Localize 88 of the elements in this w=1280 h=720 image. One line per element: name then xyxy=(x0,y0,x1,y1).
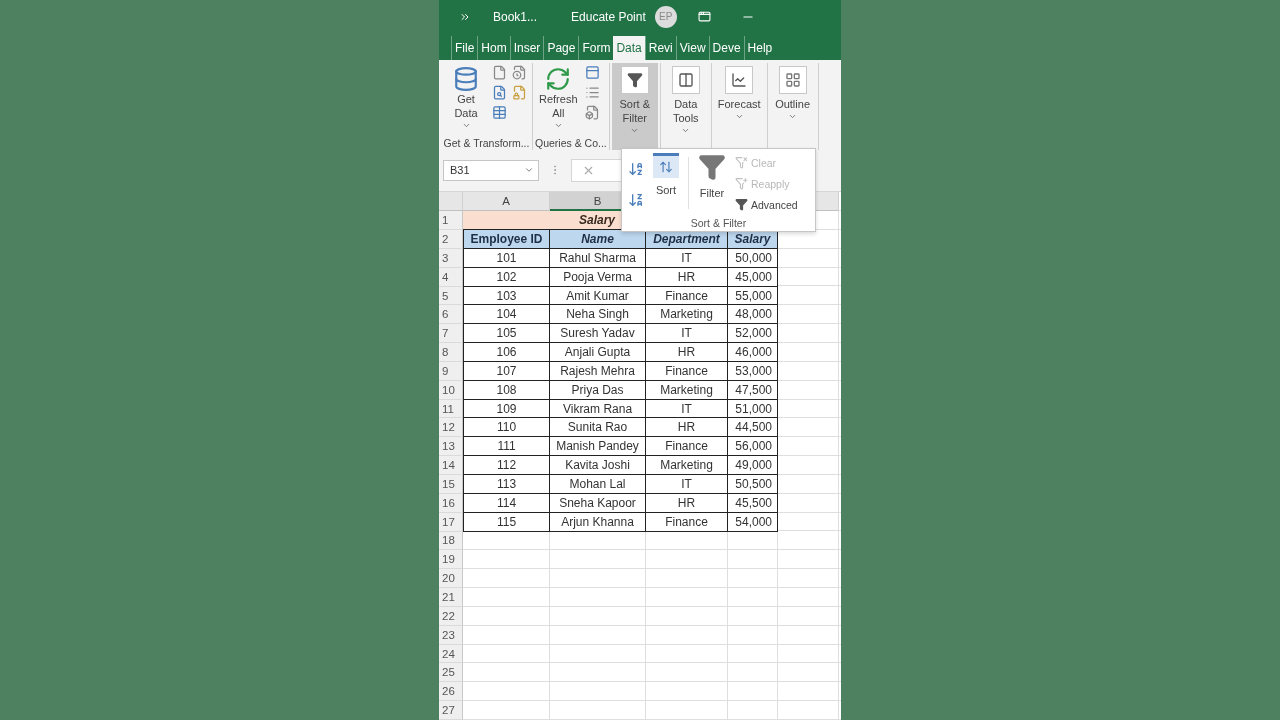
ribbon-button[interactable]: Refresh All xyxy=(535,62,582,136)
row-number[interactable]: 15 xyxy=(439,475,463,494)
table-cell: 105 xyxy=(463,324,550,344)
row-number[interactable]: 27 xyxy=(439,701,463,720)
row-number[interactable]: 20 xyxy=(439,569,463,589)
row-number[interactable]: 13 xyxy=(439,437,463,457)
ribbon-button[interactable]: Data Tools xyxy=(662,62,709,150)
funnel-plus-icon xyxy=(735,177,748,190)
row-number[interactable]: 19 xyxy=(439,550,463,570)
table-cell: IT xyxy=(646,324,728,344)
table-cell: 49,000 xyxy=(728,456,778,475)
funnel-icon xyxy=(698,153,726,181)
row-number[interactable]: 7 xyxy=(439,324,463,344)
group-label: Queries & Co... xyxy=(535,135,607,150)
file-name: Book1... xyxy=(493,9,538,24)
table-cell: HR xyxy=(646,343,728,362)
ribbon-tab[interactable]: Help xyxy=(743,35,776,60)
ribbon-tab[interactable]: Inser xyxy=(509,35,544,60)
table-cell: Finance xyxy=(646,437,728,457)
ribbon-tab[interactable]: Data xyxy=(613,35,645,60)
grid-icon xyxy=(778,65,807,94)
document-search-icon[interactable] xyxy=(492,84,507,100)
ribbon-tab[interactable]: View xyxy=(675,35,709,60)
row-number[interactable]: 25 xyxy=(439,663,463,683)
ribbon-button[interactable]: Get Data xyxy=(443,62,489,136)
table-cell: Kavita Joshi xyxy=(550,456,646,475)
ribbon-tab[interactable]: Hom xyxy=(477,35,510,60)
document-clock-icon[interactable] xyxy=(512,64,527,80)
ribbon-button[interactable]: Forecast xyxy=(713,62,765,150)
columns-icon xyxy=(671,65,700,94)
document-icon[interactable] xyxy=(492,64,507,80)
column-header[interactable]: A xyxy=(463,192,550,212)
table-cell: IT xyxy=(646,475,728,494)
table-cell: 50,500 xyxy=(728,475,778,494)
list-icon[interactable] xyxy=(584,84,600,100)
ribbon-button[interactable]: Sort & Filter xyxy=(611,62,658,150)
table-cell: Neha Singh xyxy=(550,305,646,325)
table-cell: 52,000 xyxy=(728,324,778,344)
table-cell: Mohan Lal xyxy=(550,475,646,494)
table-cell: Suresh Yadav xyxy=(550,324,646,344)
document-icon[interactable] xyxy=(584,104,600,120)
refresh-icon xyxy=(545,65,572,92)
table-cell: 44,500 xyxy=(728,418,778,438)
row-number[interactable]: 8 xyxy=(439,343,463,362)
row-number[interactable]: 14 xyxy=(439,456,463,475)
ribbon-tab[interactable]: Revi xyxy=(644,35,676,60)
panel-icon[interactable] xyxy=(584,64,600,80)
database-icon xyxy=(453,65,479,92)
chart-icon xyxy=(725,65,754,94)
funnel-x-icon xyxy=(735,156,748,169)
group-label: Sort & Filter xyxy=(689,217,748,231)
table-cell: HR xyxy=(646,418,728,438)
advanced-button[interactable]: Advanced xyxy=(735,195,798,214)
sort-icon xyxy=(653,153,679,178)
table-cell: 46,000 xyxy=(728,343,778,362)
ribbon-tab[interactable]: Deve xyxy=(708,35,744,60)
header-cell: Employee ID xyxy=(463,230,550,249)
ribbon-tab[interactable]: File xyxy=(451,35,478,60)
window-icon[interactable] xyxy=(697,10,711,24)
table-cell: 111 xyxy=(463,437,550,457)
row-number[interactable]: 6 xyxy=(439,305,463,325)
row-number[interactable]: 21 xyxy=(439,588,463,607)
row-number[interactable]: 26 xyxy=(439,682,463,702)
table-cell: Sunita Rao xyxy=(550,418,646,438)
document-lock-icon[interactable] xyxy=(512,84,527,100)
table-cell: 110 xyxy=(463,418,550,438)
table-cell: Marketing xyxy=(646,305,728,325)
ribbon-tab[interactable]: Page xyxy=(543,35,579,60)
table-cell: Marketing xyxy=(646,456,728,475)
table-cell: Anjali Gupta xyxy=(550,343,646,362)
table-cell: 104 xyxy=(463,305,550,325)
table-cell: 56,000 xyxy=(728,437,778,457)
funnel-icon xyxy=(620,65,649,94)
name-box[interactable]: B31 xyxy=(443,159,539,181)
table-cell: Manish Pandey xyxy=(550,437,646,457)
group-label: Get & Transform... xyxy=(443,135,530,150)
table-cell: 112 xyxy=(463,456,550,475)
row-number[interactable]: 1 xyxy=(439,211,463,231)
table-cell: 48,000 xyxy=(728,305,778,325)
account-name: Educate Point xyxy=(571,9,646,24)
header-cell: Name xyxy=(550,230,646,249)
table-icon[interactable] xyxy=(492,104,507,120)
ribbon-button[interactable]: Outline xyxy=(769,62,816,150)
row-number[interactable]: 12 xyxy=(439,418,463,438)
table-cell: 106 xyxy=(463,343,550,362)
row-number[interactable]: 2 xyxy=(439,230,463,249)
funnel-icon xyxy=(735,198,748,211)
table-cell: 113 xyxy=(463,475,550,494)
